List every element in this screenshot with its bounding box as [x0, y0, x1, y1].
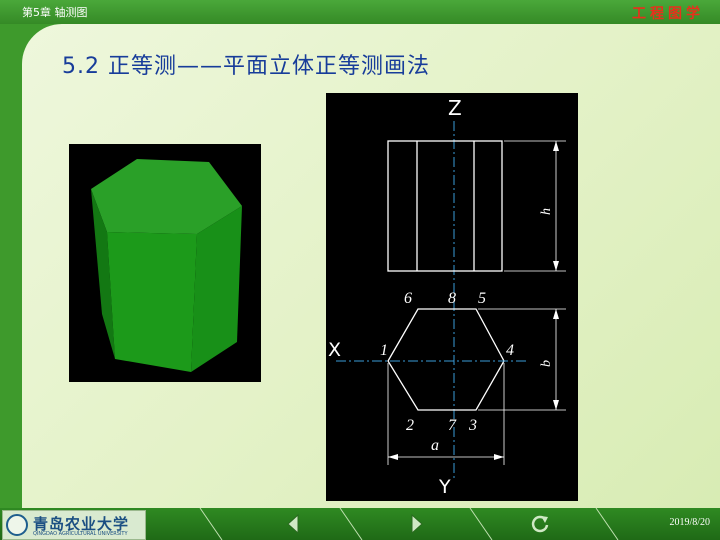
chevron-left-icon	[287, 513, 299, 535]
point-label-4: 4	[506, 342, 514, 359]
point-label-6: 6	[404, 290, 412, 307]
point-label-3: 3	[468, 417, 477, 434]
slide-title: 5.2 正等测——平面立体正等测画法	[62, 54, 430, 79]
return-button[interactable]	[528, 512, 552, 536]
top-bar: 第5章 轴测图 工程图学	[0, 0, 720, 24]
seal-icon	[6, 514, 28, 536]
point-label-7: 7	[448, 417, 457, 434]
next-button[interactable]	[404, 512, 428, 536]
dim-a-label: a	[431, 437, 439, 454]
orthographic-drawing: Z h b a X Y 1 2 3 4 5 6 7 8	[326, 93, 578, 501]
prism-front-face	[107, 232, 197, 372]
course-brand: 工程图学	[632, 6, 704, 22]
dim-b-label: b	[539, 360, 554, 367]
hex-prism-image	[69, 144, 261, 382]
point-label-5: 5	[478, 290, 486, 307]
axis-x-label: X	[328, 339, 341, 361]
axis-z-label: Z	[448, 96, 462, 120]
point-label-2: 2	[406, 417, 414, 434]
logo-subtext: QINGDAO AGRICULTURAL UNIVERSITY	[33, 531, 128, 537]
university-logo: 青岛农业大学 QINGDAO AGRICULTURAL UNIVERSITY	[2, 510, 146, 540]
chevron-right-icon	[411, 513, 423, 535]
dim-h-label: h	[539, 208, 554, 215]
previous-button[interactable]	[282, 512, 306, 536]
point-label-8: 8	[448, 290, 456, 307]
point-label-1: 1	[380, 342, 388, 359]
axis-y-label: Y	[438, 476, 451, 498]
refresh-icon	[531, 515, 549, 533]
hexagon-top-view	[387, 308, 505, 411]
chapter-label: 第5章 轴测图	[22, 6, 88, 19]
slide-date: 2019/8/20	[669, 517, 710, 528]
